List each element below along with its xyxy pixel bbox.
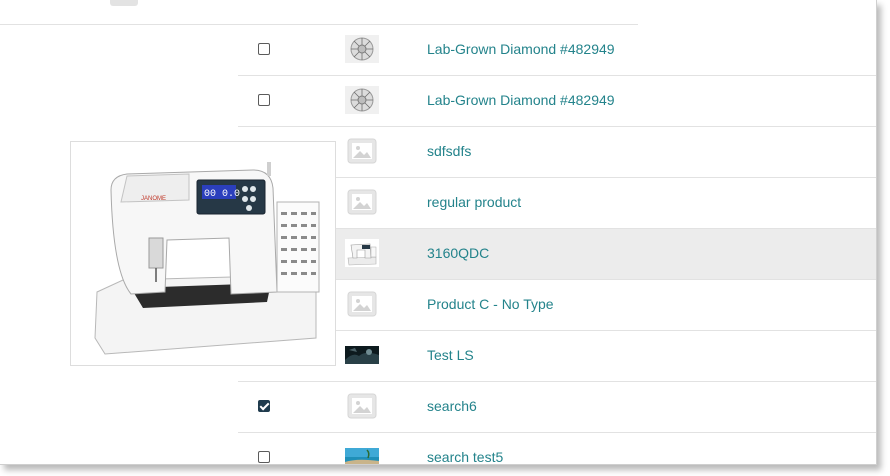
product-name-link[interactable]: regular product: [427, 194, 521, 210]
product-name-link[interactable]: Test LS: [427, 347, 474, 363]
row-select-checkbox[interactable]: [258, 400, 270, 412]
row-select-checkbox[interactable]: [258, 43, 270, 55]
image-placeholder-icon: [345, 137, 379, 165]
dark-photo-thumbnail: [345, 341, 379, 369]
image-placeholder-icon: [345, 188, 379, 216]
diamond-icon: [345, 35, 379, 63]
sewing-machine-thumbnail: [345, 239, 379, 267]
beach-photo-thumbnail: [345, 443, 379, 464]
product-name-link[interactable]: 3160QDC: [427, 245, 489, 261]
image-placeholder-icon: [345, 290, 379, 318]
product-name-link[interactable]: Lab-Grown Diamond #482949: [427, 41, 615, 57]
image-placeholder-icon: [107, 0, 141, 8]
table-row[interactable]: Lab-Grown Diamond #482949: [238, 76, 876, 127]
row-select-checkbox[interactable]: [258, 94, 270, 106]
table-row[interactable]: search test5: [238, 433, 876, 464]
diamond-icon: [345, 86, 379, 114]
product-name-link[interactable]: Lab-Grown Diamond #482949: [427, 92, 615, 108]
image-placeholder-icon: [345, 392, 379, 420]
product-name-link[interactable]: Product C - No Type: [427, 296, 554, 312]
product-name-link[interactable]: search6: [427, 398, 477, 414]
row-select-checkbox[interactable]: [258, 451, 270, 463]
product-name-link[interactable]: sdfsdfs: [427, 143, 471, 159]
product-list-frame: Lab-Grown Diamond #482949 Lab-Grown Diamo…: [0, 0, 877, 465]
table-row: [0, 0, 638, 25]
product-name-link[interactable]: search test5: [427, 449, 503, 464]
sewing-machine-image: JANOME 00 0.0: [94, 162, 320, 355]
product-image-preview: JANOME 00 0.0: [70, 141, 336, 366]
brand-label: JANOME: [141, 196, 166, 202]
table-row[interactable]: search6: [238, 382, 876, 433]
table-row[interactable]: Lab-Grown Diamond #482949: [238, 25, 876, 76]
machine-display: 00 0.0: [204, 189, 240, 200]
